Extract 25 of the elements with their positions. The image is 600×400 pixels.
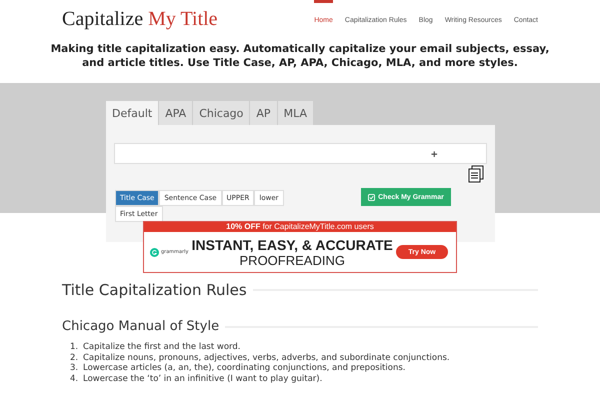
rule-text: Lowercase articles (a, an, the), coordinating conjunctions, and prepositions. — [83, 363, 406, 374]
style-tab[interactable]: MLA — [278, 101, 313, 125]
check-icon — [368, 194, 376, 200]
list-number: 2. — [70, 352, 78, 363]
list-number: 4. — [70, 374, 78, 384]
ad-subline: PROOFREADING — [240, 252, 345, 268]
ad-headline: INSTANT, EASY, & ACCURATE — [192, 236, 393, 252]
copy-icon[interactable] — [468, 165, 484, 183]
section-heading: Title Capitalization Rules — [62, 281, 247, 299]
style-tab[interactable]: Default — [106, 101, 158, 125]
resize-handle[interactable]: + — [430, 150, 438, 160]
tagline: Making title capitalization easy. Automatically capitalize your email subjects, essay, and article titles. Use Title Case, AP, APA, Chicago, MLA, and more styles. — [50, 42, 550, 71]
title-input[interactable]: + — [114, 143, 487, 164]
style-tab[interactable]: AP — [250, 101, 277, 125]
rule-text: Lowercase the ‘to’ in an infinitive (I want to play guitar). — [83, 374, 322, 384]
discount-banner: 10% OFF for CapitalizeMyTitle.com users — [144, 222, 456, 232]
site-logo[interactable]: Capitalize My Title — [62, 0, 218, 31]
rule-text: Capitalize nouns, pronouns, adjectives, verbs, adverbs, and subordinate conjunctions. — [83, 352, 450, 363]
subsection-heading: Chicago Manual of Style — [62, 319, 220, 334]
brand-icon — [150, 248, 159, 256]
style-tab[interactable]: Chicago — [193, 101, 250, 125]
list-number: 3. — [70, 363, 78, 374]
rule-text: Capitalize the first and the last word. — [83, 342, 240, 352]
style-tab[interactable]: APA — [159, 101, 192, 125]
list-number: 1. — [70, 342, 78, 352]
